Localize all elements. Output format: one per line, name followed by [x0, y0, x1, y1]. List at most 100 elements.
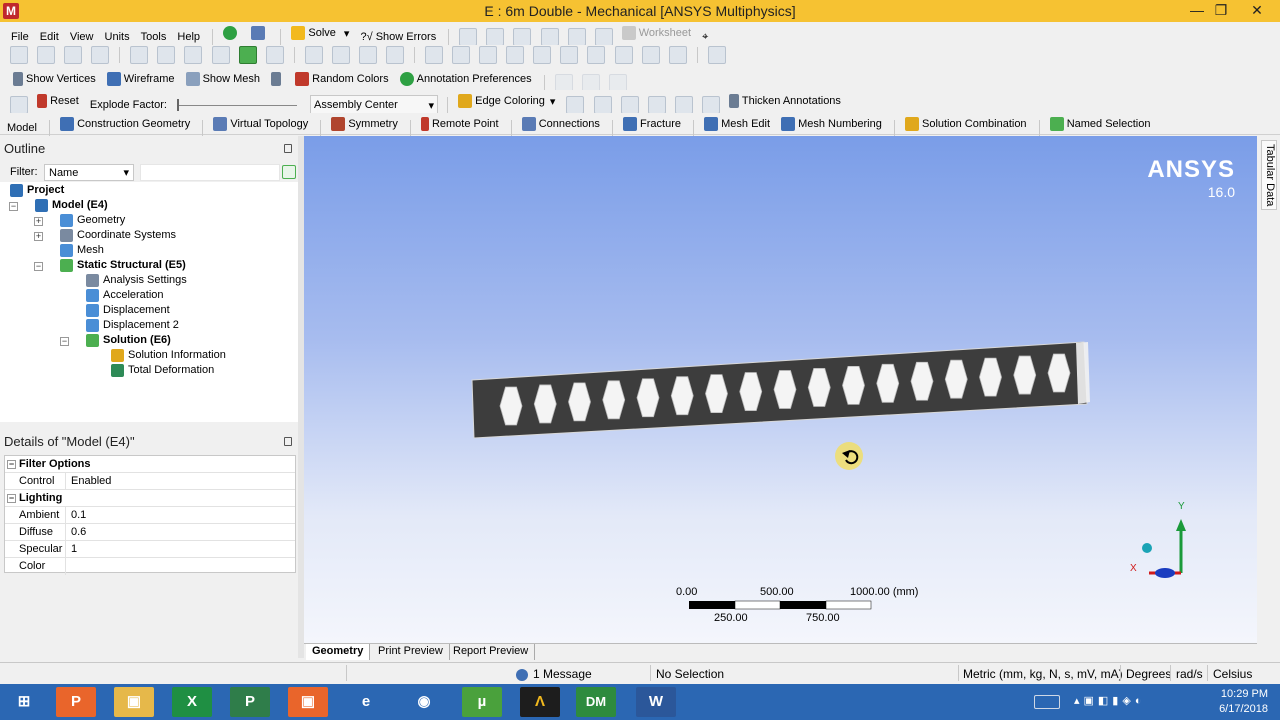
detail-value[interactable]: 0.1 [67, 507, 86, 523]
select-filter-icon[interactable] [64, 46, 83, 64]
select-type-icon[interactable] [91, 46, 110, 64]
edge-coloring-button[interactable]: Edge Coloring ▾ [455, 91, 558, 111]
perforated-beam[interactable] [471, 341, 1090, 439]
expand-icon[interactable]: + [34, 232, 43, 241]
wireframe-button[interactable]: Wireframe [104, 69, 178, 89]
tree-link-button[interactable] [248, 23, 271, 43]
filter-dropdown[interactable]: Name ▾ [44, 164, 134, 181]
explode-factor-slider[interactable] [176, 98, 297, 111]
fracture-button[interactable]: Fracture [620, 114, 684, 134]
angle-unit[interactable]: Degrees [1126, 667, 1171, 681]
body-select-icon[interactable] [238, 46, 257, 64]
keyboard-icon[interactable] [1034, 695, 1060, 709]
detail-row-control[interactable]: Control Enabled [5, 473, 295, 490]
menu-tools[interactable]: Tools [138, 27, 170, 47]
refresh-icon[interactable] [282, 165, 296, 179]
taskbar-app-ie[interactable]: e [346, 687, 386, 717]
face-select-icon[interactable] [211, 46, 230, 64]
zoom-out-icon[interactable] [506, 46, 525, 64]
collapse-icon[interactable]: − [60, 337, 69, 346]
mesh-edit-button[interactable]: Mesh Edit [701, 114, 773, 134]
show-errors-button[interactable]: ?√ Show Errors [357, 27, 439, 47]
tabular-data-tab[interactable]: Tabular Data [1261, 140, 1277, 210]
group-lighting[interactable]: − Lighting [5, 490, 295, 507]
detail-value[interactable]: 1 [67, 541, 77, 557]
menu-view[interactable]: View [67, 27, 97, 47]
taskbar-app-excel[interactable]: X [172, 687, 212, 717]
box-zoom-icon[interactable] [385, 46, 404, 64]
image-capture-icon[interactable] [486, 28, 505, 47]
magnifier-icon[interactable] [452, 46, 471, 64]
restore-button[interactable]: ❐ [1206, 0, 1236, 22]
taskbar-app-word[interactable]: W [636, 687, 676, 717]
graph-icon[interactable] [594, 28, 613, 47]
tree-node-project[interactable]: Project [10, 183, 64, 198]
tree-node-displacement[interactable]: Displacement [86, 303, 170, 318]
solve-button[interactable]: Solve ▾ [288, 23, 352, 43]
explode-icon[interactable] [10, 96, 28, 115]
messages-indicator[interactable]: 1 Message [516, 667, 592, 681]
edge-style-1-icon[interactable] [566, 96, 585, 115]
edge-style-5-icon[interactable] [674, 96, 693, 115]
previous-view-icon[interactable] [533, 46, 552, 64]
tree-node-solution[interactable]: Solution (E6) [86, 333, 171, 348]
rotation-unit[interactable]: rad/s [1176, 667, 1203, 681]
detail-row-ambient[interactable]: Ambient 0.1 [5, 507, 295, 524]
edge-direction-button[interactable] [268, 69, 287, 89]
model-canvas[interactable] [304, 136, 1257, 643]
collapse-icon[interactable]: − [34, 262, 43, 271]
show-vertices-button[interactable]: Show Vertices [10, 69, 99, 89]
collapse-icon[interactable]: − [7, 460, 16, 469]
ruler-icon[interactable] [668, 46, 687, 64]
graphics-viewport[interactable]: ANSYS 16.0 0.00 500.00 1000.00 (mm) 250.… [304, 136, 1257, 643]
reset-button[interactable]: Reset [34, 91, 82, 111]
worksheet-button[interactable]: Worksheet [619, 23, 694, 43]
context-model-button[interactable]: Model [4, 118, 40, 138]
taskbar-app-designmodeler[interactable]: DM [576, 687, 616, 717]
edge-style-3-icon[interactable] [620, 96, 639, 115]
pan-icon[interactable] [331, 46, 350, 64]
construction-geometry-button[interactable]: Construction Geometry [57, 114, 193, 134]
collapse-icon[interactable]: − [9, 202, 18, 211]
select-mode-icon[interactable] [37, 46, 56, 64]
cursor-icon[interactable] [130, 46, 149, 64]
tree-node-analysis-settings[interactable]: Analysis Settings [86, 273, 187, 288]
check-button[interactable] [220, 23, 243, 43]
menu-edit[interactable]: Edit [37, 27, 62, 47]
tab-print-preview[interactable]: Print Preview [372, 644, 450, 660]
expand-icon[interactable]: + [34, 217, 43, 226]
detail-row-diffuse[interactable]: Diffuse 0.6 [5, 524, 295, 541]
edge-style-4-icon[interactable] [647, 96, 666, 115]
collapse-icon[interactable]: − [7, 494, 16, 503]
thicken-annotations-button[interactable]: Thicken Annotations [726, 91, 844, 111]
tree-node-geometry[interactable]: Geometry [60, 213, 125, 228]
menu-help[interactable]: Help [174, 27, 203, 47]
pin-icon[interactable] [284, 437, 292, 446]
tree-node-acceleration[interactable]: Acceleration [86, 288, 164, 303]
taskbar-app-project[interactable]: P [230, 687, 270, 717]
mesh-numbering-button[interactable]: Mesh Numbering [778, 114, 885, 134]
start-button[interactable]: ⊞ [4, 687, 44, 717]
tray-icons[interactable]: ▴▣◧▮◈◐ [1074, 694, 1174, 710]
connections-button[interactable]: Connections [519, 114, 603, 134]
named-selection-button[interactable]: Named Selection [1047, 114, 1154, 134]
vertex-select-icon[interactable] [157, 46, 176, 64]
temperature-unit[interactable]: Celsius [1213, 667, 1252, 681]
select-point-icon[interactable] [10, 46, 28, 64]
taskbar-app-utorrent[interactable]: µ [462, 687, 502, 717]
detail-row-color[interactable]: Color [5, 558, 295, 575]
isometric-icon[interactable] [587, 46, 606, 64]
viewport-layout-icon[interactable] [707, 46, 726, 64]
edge-select-icon[interactable] [184, 46, 203, 64]
next-view-icon[interactable] [560, 46, 579, 64]
tree-node-displacement-2[interactable]: Displacement 2 [86, 318, 179, 333]
tree-node-coordinate-systems[interactable]: Coordinate Systems [60, 228, 176, 243]
tab-report-preview[interactable]: Report Preview [447, 644, 536, 660]
detail-row-specular[interactable]: Specular 1 [5, 541, 295, 558]
extend-select-icon[interactable] [265, 46, 284, 64]
image-map-icon[interactable] [513, 28, 532, 47]
clock[interactable]: 10:29 PM 6/17/2018 [1219, 687, 1268, 717]
annotation-preferences-button[interactable]: Annotation Preferences [397, 69, 535, 89]
label-icon[interactable] [641, 46, 660, 64]
tree-node-static-structural[interactable]: Static Structural (E5) [60, 258, 186, 273]
